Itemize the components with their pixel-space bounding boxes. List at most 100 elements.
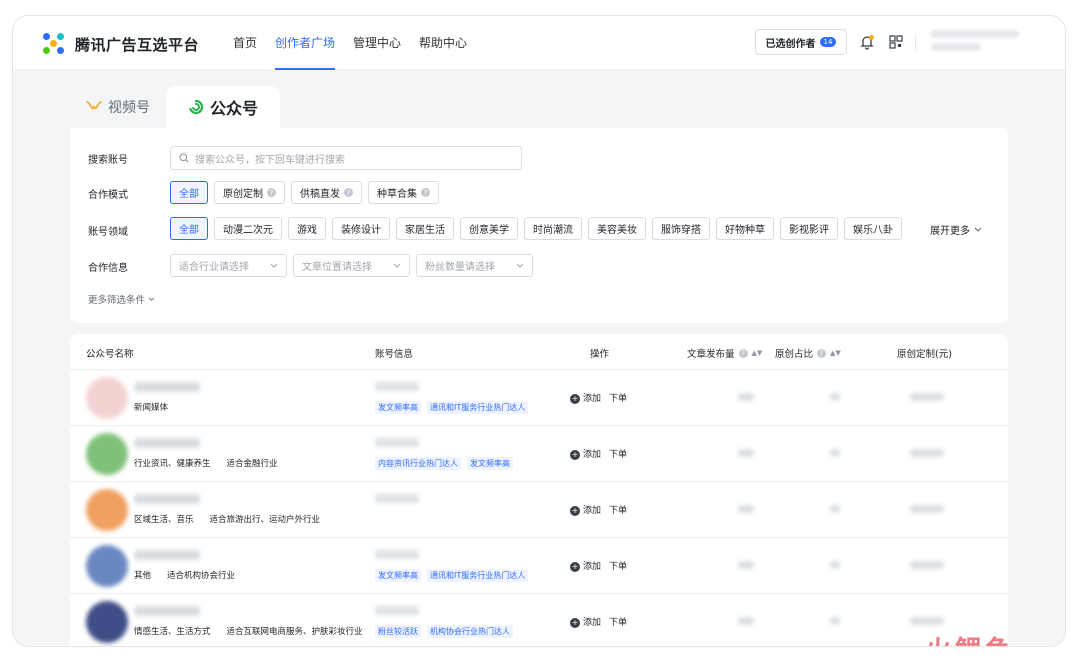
table-row: 其他 适合机构协会行业 发文频率高 通讯和IT服务行业热门达人 + 添加 下单 <box>70 538 1008 594</box>
nav-item-management[interactable]: 管理中心 <box>353 16 401 70</box>
help-icon: ? <box>344 188 353 197</box>
domain-chip[interactable]: 好物种草 <box>716 217 774 240</box>
table-header: 公众号名称 账号信息 操作 文章发布量? ▲▼ 原创占比? ▲▼ 原创定制(元) <box>70 334 1008 370</box>
avatar[interactable] <box>86 545 128 587</box>
domain-chip[interactable]: 动漫二次元 <box>214 217 282 240</box>
sort-icon[interactable]: ▲▼ <box>830 349 841 357</box>
domain-chip[interactable]: 娱乐八卦 <box>844 217 902 240</box>
th-custom-price: 原创定制(元) <box>897 349 952 360</box>
fans-select[interactable]: 粉丝数量请选择 <box>416 254 533 277</box>
order-button[interactable]: 下单 <box>609 503 627 516</box>
brand-logo[interactable]: 腾讯广告互选平台 <box>41 31 199 57</box>
domain-chip[interactable]: 影视影评 <box>780 217 838 240</box>
account-id <box>375 550 419 559</box>
account-feature-tags: 内容资讯行业热门达人 发文频率高 <box>375 457 513 470</box>
row-actions: + 添加 下单 <box>570 559 627 572</box>
chevron-down-icon <box>393 263 401 268</box>
domain-chip[interactable]: 服饰穿搭 <box>652 217 710 240</box>
brand-name: 腾讯广告互选平台 <box>75 35 200 54</box>
qrcode-icon[interactable] <box>889 35 903 49</box>
account-name[interactable] <box>134 382 200 392</box>
watermark-logo: 火鲤鱼 <box>925 630 1015 646</box>
account-tags: 新闻媒体 <box>134 401 168 413</box>
domain-chip[interactable]: 游戏 <box>288 217 326 240</box>
tab-channels[interactable]: 视频号 <box>70 86 166 128</box>
account-feature-tag: 发文频率高 <box>375 569 421 582</box>
mode-chip-supply[interactable]: 供稿直发? <box>291 181 362 204</box>
avatar[interactable] <box>86 433 128 475</box>
account-id <box>375 494 419 503</box>
add-button[interactable]: + 添加 <box>570 503 601 516</box>
channels-icon <box>86 101 102 110</box>
tab-official-accounts[interactable]: 公众号 <box>166 86 281 128</box>
account-feature-tag: 机构协会行业热门达人 <box>427 625 513 638</box>
position-select[interactable]: 文章位置请选择 <box>293 254 410 277</box>
domain-chip[interactable]: 全部 <box>170 217 208 240</box>
custom-price-value <box>910 505 944 513</box>
account-feature-tag: 发文频率高 <box>467 457 513 470</box>
nav-item-home[interactable]: 首页 <box>233 16 257 70</box>
mode-chip-all[interactable]: 全部 <box>170 181 208 204</box>
selected-creators-button[interactable]: 已选创作者 14 <box>755 29 847 55</box>
account-tags: 情感生活、生活方式 适合互联网电商服务、护肤彩妆行业 <box>134 625 363 637</box>
domain-chip[interactable]: 创意美学 <box>460 217 518 240</box>
th-posts[interactable]: 文章发布量? ▲▼ <box>687 346 762 360</box>
bell-icon[interactable] <box>859 34 875 50</box>
chevron-down-icon <box>270 263 278 268</box>
search-input[interactable]: 搜索公众号，按下回车键进行搜索 <box>170 146 522 170</box>
account-tag: 适合互联网电商服务、护肤彩妆行业 <box>226 627 363 637</box>
table-row: 行业资讯、健康养生 适合金融行业 内容资讯行业热门达人 发文频率高 + 添加 下单 <box>70 426 1008 482</box>
add-button[interactable]: + 添加 <box>570 615 601 628</box>
original-ratio-value <box>830 561 840 569</box>
account-feature-tag: 粉丝较活跃 <box>375 625 421 638</box>
order-button[interactable]: 下单 <box>609 615 627 628</box>
industry-select[interactable]: 适合行业请选择 <box>170 254 287 277</box>
nav-item-creator-square[interactable]: 创作者广场 <box>275 16 336 70</box>
posts-value <box>738 617 754 625</box>
header-divider <box>915 35 916 51</box>
account-name[interactable] <box>134 550 200 560</box>
row-actions: + 添加 下单 <box>570 391 627 404</box>
original-ratio-value <box>830 505 840 513</box>
domain-chip[interactable]: 美容美妆 <box>588 217 646 240</box>
help-icon: ? <box>421 188 430 197</box>
account-tag: 情感生活、生活方式 <box>134 627 211 637</box>
row-actions: + 添加 下单 <box>570 615 627 628</box>
account-feature-tag: 通讯和IT服务行业热门达人 <box>427 401 529 414</box>
domain-chip[interactable]: 时尚潮流 <box>524 217 582 240</box>
account-name[interactable] <box>134 438 200 448</box>
table-row: 新闻媒体 发文频率高 通讯和IT服务行业热门达人 + 添加 下单 <box>70 370 1008 426</box>
domain-chip[interactable]: 家居生活 <box>396 217 454 240</box>
add-button[interactable]: + 添加 <box>570 391 601 404</box>
more-filters-label: 更多筛选条件 <box>88 295 146 306</box>
avatar[interactable] <box>86 377 128 419</box>
expand-more-button[interactable]: 展开更多 <box>930 222 982 237</box>
more-filters-button[interactable]: 更多筛选条件 <box>88 292 155 306</box>
account-tag: 行业资讯、健康养生 <box>134 459 211 469</box>
original-ratio-value <box>830 393 840 401</box>
account-name[interactable] <box>134 606 200 616</box>
add-button[interactable]: + 添加 <box>570 559 601 572</box>
account-feature-tag: 内容资讯行业热门达人 <box>375 457 461 470</box>
account-name[interactable] <box>134 494 200 504</box>
search-icon <box>179 153 189 163</box>
domain-chips: 全部 动漫二次元 游戏 装修设计 家居生活 创意美学 时尚潮流 美容美妆 服饰穿… <box>170 217 902 240</box>
order-button[interactable]: 下单 <box>609 391 627 404</box>
order-button[interactable]: 下单 <box>609 447 627 460</box>
avatar[interactable] <box>86 489 128 531</box>
plus-icon: + <box>570 618 580 628</box>
avatar[interactable] <box>86 601 128 643</box>
order-button[interactable]: 下单 <box>609 559 627 572</box>
domain-label: 账号领域 <box>88 227 128 238</box>
nav-item-help[interactable]: 帮助中心 <box>419 16 467 70</box>
chevron-down-icon <box>974 227 982 232</box>
add-button[interactable]: + 添加 <box>570 447 601 460</box>
th-original-ratio[interactable]: 原创占比? ▲▼ <box>775 346 841 360</box>
mode-chip-collection[interactable]: 种草合集? <box>368 181 439 204</box>
sort-icon[interactable]: ▲▼ <box>752 349 763 357</box>
domain-chip[interactable]: 装修设计 <box>332 217 390 240</box>
posts-value <box>738 505 754 513</box>
mode-chip-original[interactable]: 原创定制? <box>214 181 285 204</box>
user-account-menu[interactable] <box>931 30 1031 54</box>
selected-count-badge: 14 <box>819 37 837 47</box>
